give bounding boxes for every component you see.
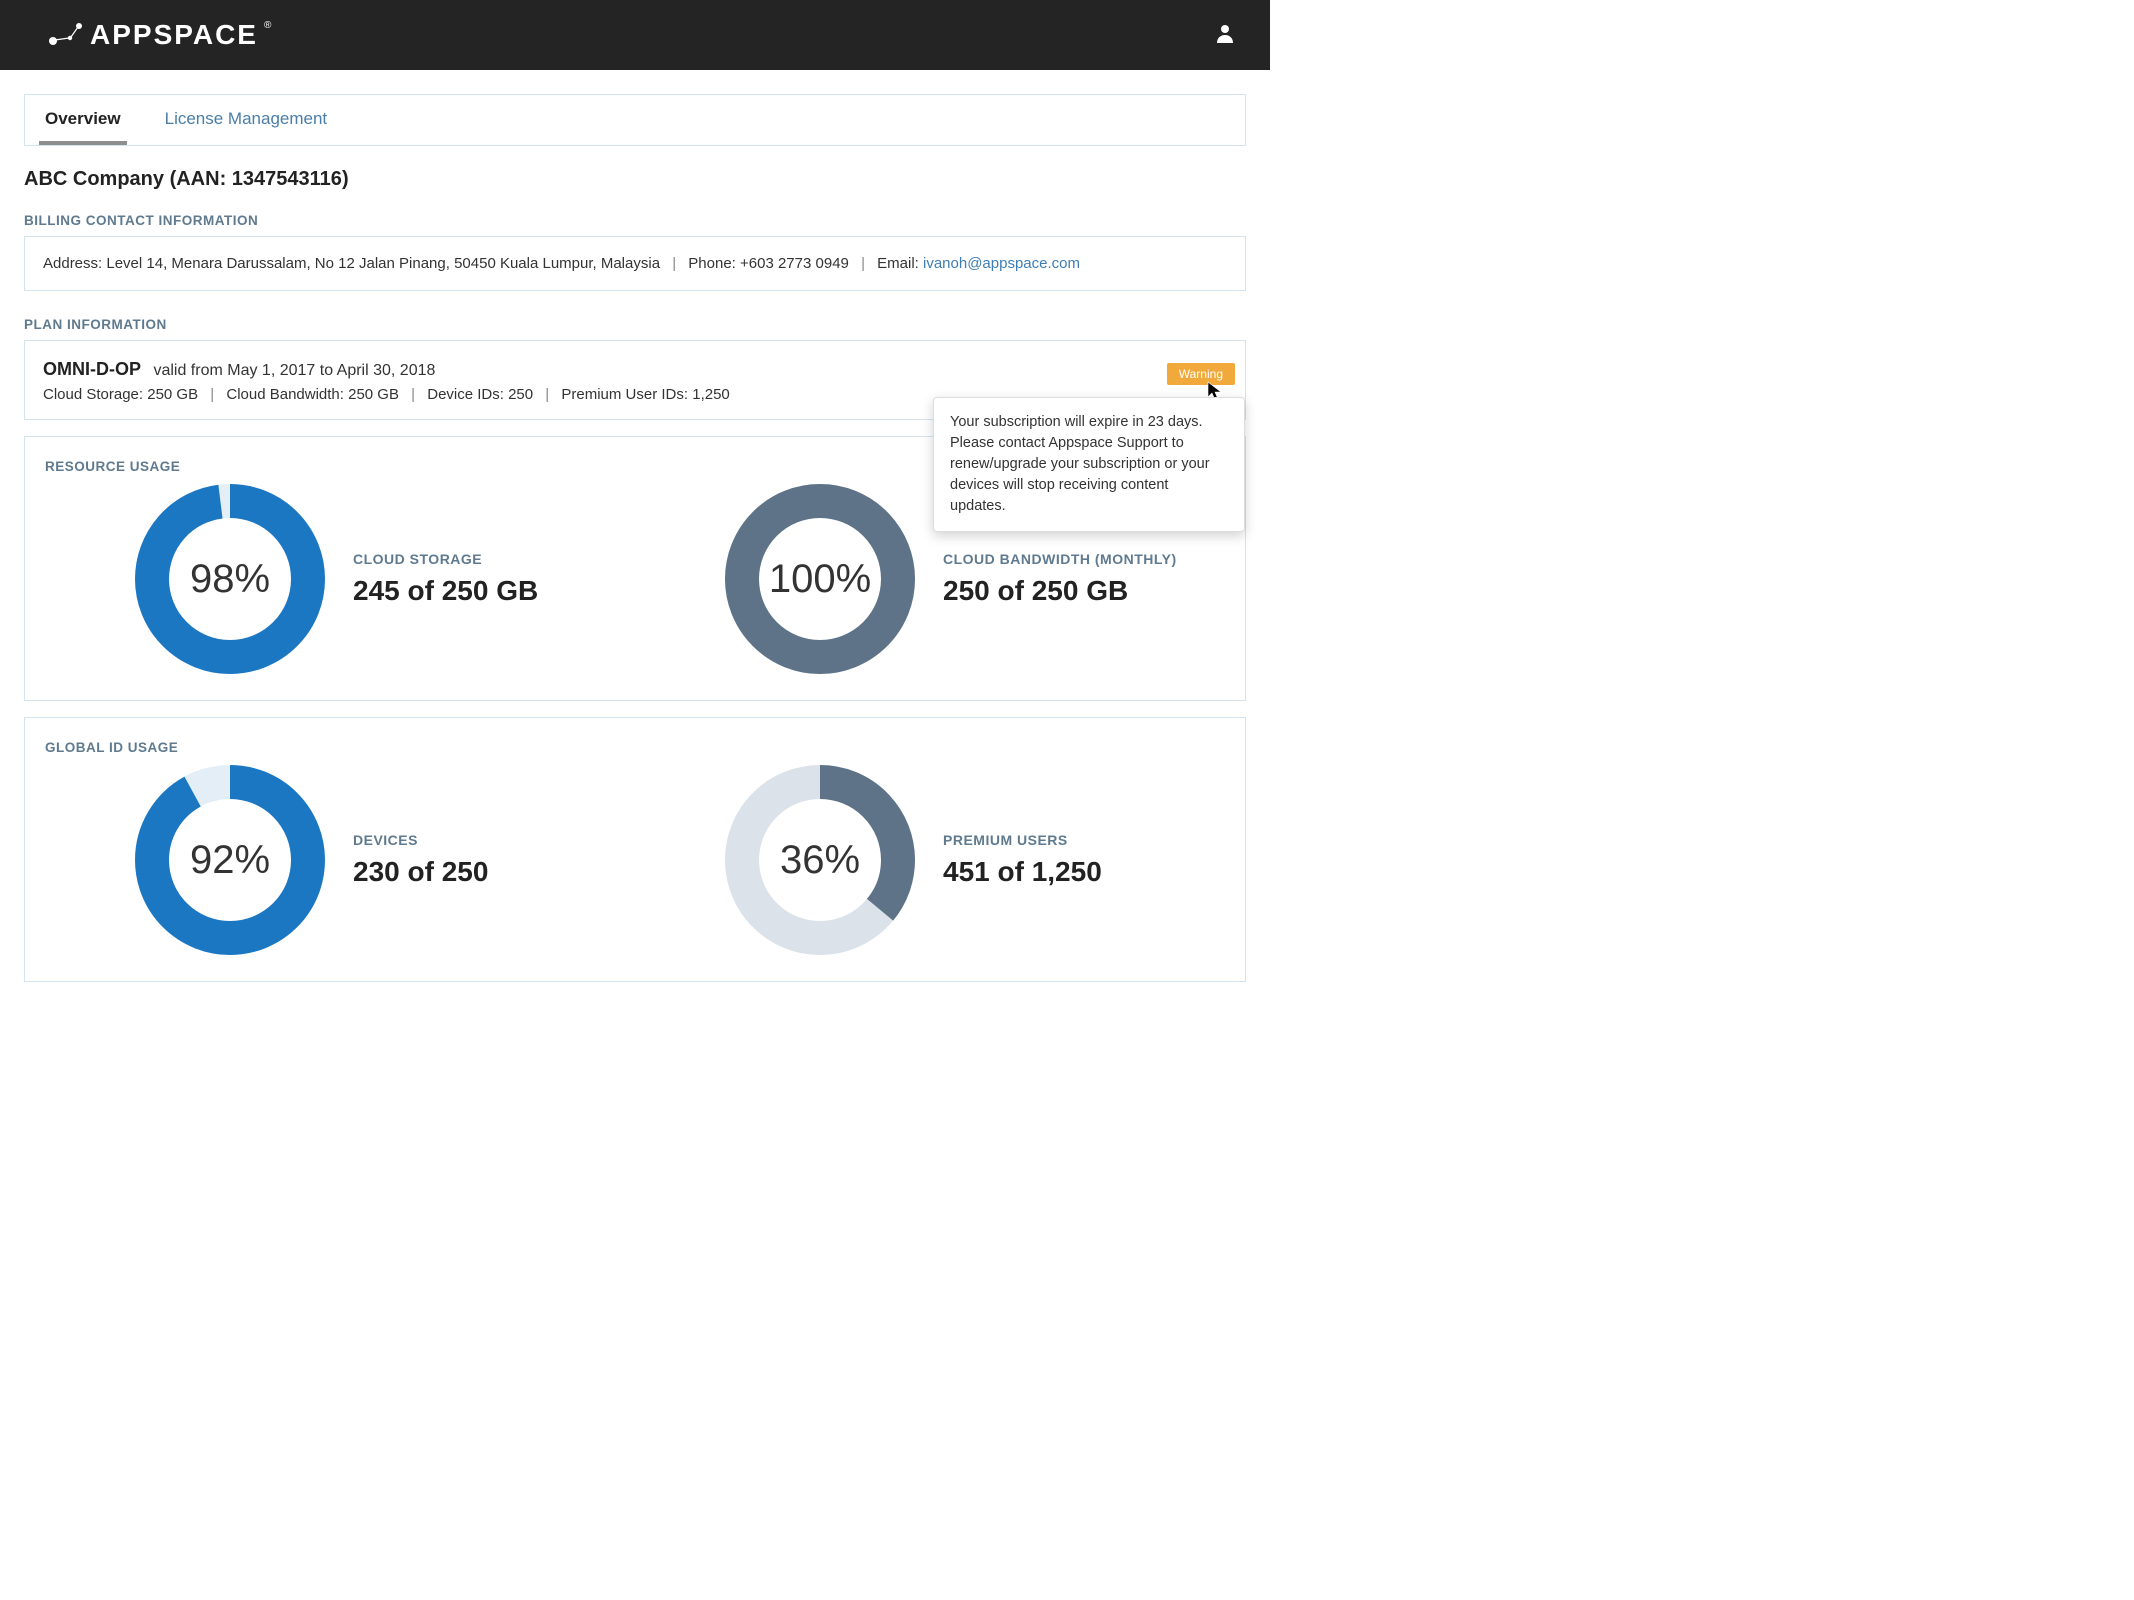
usage-premium-users: 36% PREMIUM USERS 451 of 1,250 xyxy=(635,765,1225,955)
global-id-usage-panel: GLOBAL ID USAGE 92% DEVICES 230 of 250 3… xyxy=(24,717,1246,982)
donut-premium-users: 36% xyxy=(725,765,915,955)
usage-value: 230 of 250 xyxy=(353,856,488,888)
separator: | xyxy=(672,255,676,272)
donut-pct: 92% xyxy=(135,765,325,955)
tab-overview[interactable]: Overview xyxy=(39,95,127,145)
donut-pct: 98% xyxy=(135,484,325,674)
tab-bar: Overview License Management xyxy=(24,94,1246,146)
address-label: Address: xyxy=(43,255,102,272)
plan-bandwidth: Cloud Bandwidth: 250 GB xyxy=(226,386,399,403)
usage-label: CLOUD BANDWIDTH (MONTHLY) xyxy=(943,551,1177,567)
page-body: Overview License Management ABC Company … xyxy=(0,70,1270,1022)
phone-value: +603 2773 0949 xyxy=(740,255,849,272)
user-icon[interactable] xyxy=(1216,23,1234,48)
aan-value: 1347543116 xyxy=(232,168,342,190)
warning-badge[interactable]: Warning xyxy=(1167,363,1235,385)
brand-logo[interactable]: APPSPACE ® xyxy=(46,19,271,51)
donut-cloud-bandwidth: 100% xyxy=(725,484,915,674)
plan-devices: Device IDs: 250 xyxy=(427,386,533,403)
donut-pct: 36% xyxy=(725,765,915,955)
company-heading: ABC Company (AAN: 1347543116) xyxy=(24,168,1246,191)
usage-label: PREMIUM USERS xyxy=(943,832,1102,848)
aan-label: AAN: xyxy=(176,168,226,190)
usage-value: 245 of 250 GB xyxy=(353,575,538,607)
plan-users: Premium User IDs: 1,250 xyxy=(561,386,729,403)
tab-license-management[interactable]: License Management xyxy=(159,95,334,145)
plan-storage: Cloud Storage: 250 GB xyxy=(43,386,198,403)
usage-value: 451 of 1,250 xyxy=(943,856,1102,888)
topbar: APPSPACE ® xyxy=(0,0,1270,70)
phone-label: Phone: xyxy=(688,255,736,272)
plan-validity: valid from May 1, 2017 to April 30, 2018 xyxy=(153,362,435,379)
billing-box: Address: Level 14, Menara Darussalam, No… xyxy=(24,236,1246,291)
global-id-usage-heading: GLOBAL ID USAGE xyxy=(45,740,1225,755)
usage-value: 250 of 250 GB xyxy=(943,575,1177,607)
billing-heading: BILLING CONTACT INFORMATION xyxy=(24,213,1246,228)
usage-devices: 92% DEVICES 230 of 250 xyxy=(45,765,635,955)
separator: | xyxy=(545,386,549,403)
usage-label: DEVICES xyxy=(353,832,488,848)
usage-cloud-storage: 98% CLOUD STORAGE 245 of 250 GB xyxy=(45,484,635,674)
separator: | xyxy=(411,386,415,403)
plan-name: OMNI-D-OP xyxy=(43,359,141,379)
email-label: Email: xyxy=(877,255,919,272)
logo-icon xyxy=(46,22,84,48)
usage-label: CLOUD STORAGE xyxy=(353,551,538,567)
separator: | xyxy=(210,386,214,403)
email-link[interactable]: ivanoh@appspace.com xyxy=(923,255,1080,272)
address-value: Level 14, Menara Darussalam, No 12 Jalan… xyxy=(106,255,660,272)
separator: | xyxy=(861,255,865,272)
plan-heading: PLAN INFORMATION xyxy=(24,317,1246,332)
donut-pct: 100% xyxy=(725,484,915,674)
donut-devices: 92% xyxy=(135,765,325,955)
trademark: ® xyxy=(264,20,271,31)
warning-tooltip: Your subscription will expire in 23 days… xyxy=(933,397,1245,532)
brand-text: APPSPACE xyxy=(90,19,258,51)
plan-box: OMNI-D-OP valid from May 1, 2017 to Apri… xyxy=(24,340,1246,420)
donut-cloud-storage: 98% xyxy=(135,484,325,674)
company-name: ABC Company xyxy=(24,168,164,190)
